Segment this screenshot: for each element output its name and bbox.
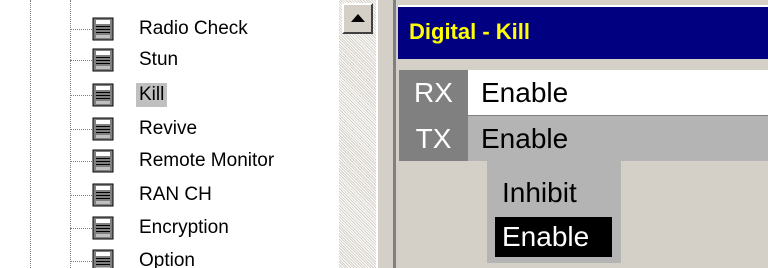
device-icon xyxy=(92,149,114,173)
tree-content: Radio Check Stun Kill Revive Remote Moni… xyxy=(0,0,338,268)
tree-item-label[interactable]: Encryption xyxy=(136,216,232,240)
tree-item-encryption[interactable]: Encryption xyxy=(70,213,338,243)
property-value[interactable]: Enable xyxy=(481,116,568,161)
tree-item-label[interactable]: Option xyxy=(136,249,198,268)
tree-item-remote-monitor[interactable]: Remote Monitor xyxy=(70,146,338,176)
tree-item-revive[interactable]: Revive xyxy=(70,114,338,144)
scroll-up-button[interactable] xyxy=(342,3,373,34)
device-icon xyxy=(92,48,114,72)
tree-item-label[interactable]: Radio Check xyxy=(136,17,251,41)
tree-item-kill[interactable]: Kill xyxy=(70,80,338,110)
vertical-scrollbar[interactable] xyxy=(339,0,376,268)
property-row-rx[interactable]: RX Enable xyxy=(399,70,768,115)
tree-guide-line xyxy=(30,0,31,268)
tree-branch-line xyxy=(70,161,94,162)
tree-item-radio-check[interactable]: Radio Check xyxy=(70,14,338,44)
tree-branch-line xyxy=(70,60,94,61)
property-key: RX xyxy=(399,70,468,115)
tree-item-label[interactable]: RAN CH xyxy=(136,183,215,207)
properties-pane: Digital - Kill RX Enable TX Enable Inhib… xyxy=(396,0,768,268)
tree-item-stun[interactable]: Stun xyxy=(70,45,338,75)
value-dropdown-list[interactable]: Inhibit Enable xyxy=(487,161,621,263)
scroll-up-arrow-icon xyxy=(351,14,365,22)
property-value[interactable]: Enable xyxy=(481,70,568,115)
tree-branch-line xyxy=(70,29,94,30)
tree-item-label[interactable]: Stun xyxy=(136,48,181,72)
panel-title-bar: Digital - Kill xyxy=(398,5,768,59)
tree-branch-line xyxy=(70,228,94,229)
property-row-tx[interactable]: TX Enable xyxy=(399,116,768,161)
tree-item-label[interactable]: Kill xyxy=(136,83,168,107)
device-icon xyxy=(92,183,114,207)
device-icon xyxy=(92,216,114,240)
tree-item-ran-ch[interactable]: RAN CH xyxy=(70,180,338,210)
pane-splitter[interactable] xyxy=(376,0,396,268)
device-icon xyxy=(92,83,114,107)
panel-title: Digital - Kill xyxy=(409,19,530,44)
device-icon xyxy=(92,117,114,141)
tree-branch-line xyxy=(70,261,94,262)
tree-item-option[interactable]: Option xyxy=(70,246,338,268)
device-icon xyxy=(92,249,114,268)
dropdown-option-enable[interactable]: Enable xyxy=(495,217,612,257)
tree-item-label[interactable]: Revive xyxy=(136,117,200,141)
device-icon xyxy=(92,17,114,41)
tree-view: Radio Check Stun Kill Revive Remote Moni… xyxy=(0,0,376,268)
tree-branch-line xyxy=(70,129,94,130)
tree-item-label[interactable]: Remote Monitor xyxy=(136,149,277,173)
tree-branch-line xyxy=(70,95,94,96)
tree-branch-line xyxy=(70,195,94,196)
property-key: TX xyxy=(399,116,468,161)
dropdown-option-inhibit[interactable]: Inhibit xyxy=(495,173,612,213)
